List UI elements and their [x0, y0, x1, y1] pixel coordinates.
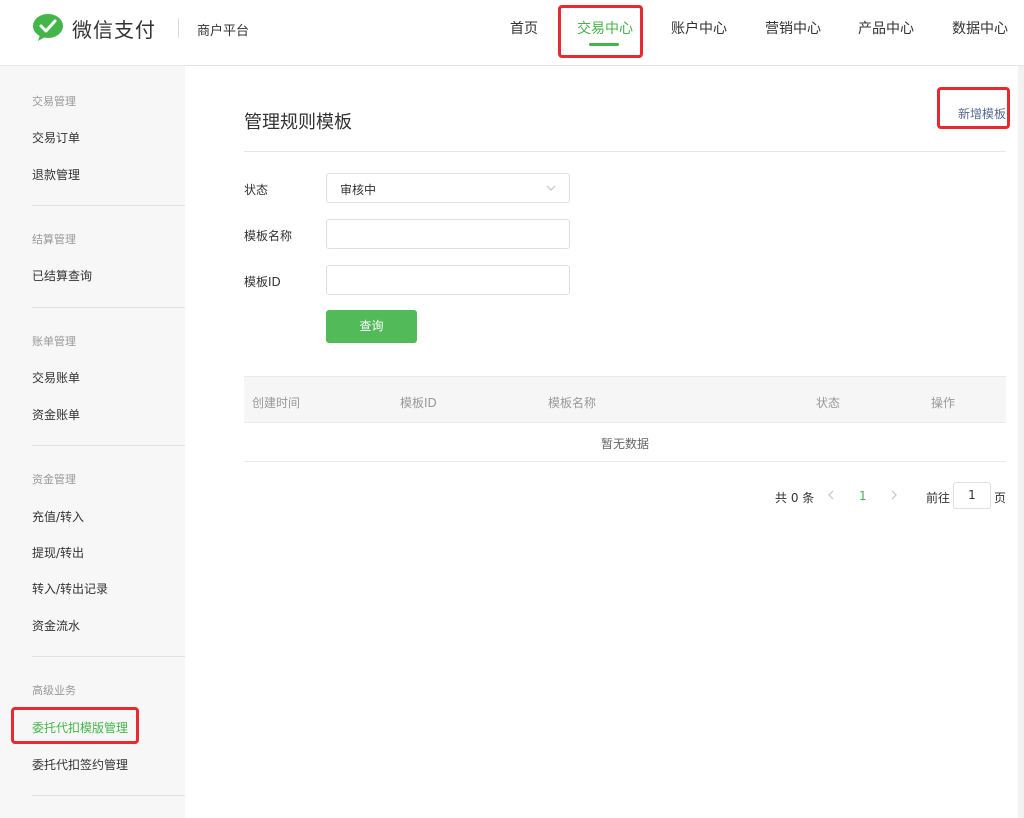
- sidebar-divider: [32, 205, 185, 206]
- sidebar: 交易管理 交易订单 退款管理 结算管理 已结算查询 账单管理 交易账单 资金账单…: [0, 66, 185, 818]
- header-divider: [178, 18, 179, 38]
- nav-home[interactable]: 首页: [510, 18, 538, 38]
- nav-data-center[interactable]: 数据中心: [952, 18, 1008, 38]
- brand-name: 微信支付: [72, 17, 156, 42]
- sidebar-item-transfer-records[interactable]: 转入/转出记录: [32, 580, 108, 597]
- scrollbar[interactable]: [1018, 66, 1024, 818]
- chevron-right-icon[interactable]: [889, 488, 899, 502]
- sidebar-group-title: 结算管理: [32, 233, 76, 246]
- status-select[interactable]: 审核中: [326, 173, 570, 203]
- sidebar-group-title: 高级业务: [32, 684, 76, 697]
- sidebar-item-trade-bill[interactable]: 交易账单: [32, 369, 80, 386]
- sidebar-item-recharge[interactable]: 充值/转入: [32, 508, 84, 525]
- template-name-input[interactable]: [326, 219, 570, 249]
- column-header-status: 状态: [816, 396, 841, 410]
- platform-name: 商户平台: [197, 24, 250, 39]
- sidebar-item-refund[interactable]: 退款管理: [32, 166, 80, 183]
- chevron-down-icon: [546, 185, 556, 191]
- sidebar-divider: [32, 445, 185, 446]
- sidebar-item-debit-contract[interactable]: 委托代扣签约管理: [32, 756, 128, 773]
- status-label: 状态: [244, 183, 269, 197]
- sidebar-item-trade-orders[interactable]: 交易订单: [32, 129, 80, 146]
- table-empty-row: 暂无数据: [244, 423, 1006, 462]
- wechat-pay-logo-icon: [33, 14, 63, 41]
- template-id-input[interactable]: [326, 265, 570, 295]
- status-select-value: 审核中: [340, 183, 377, 197]
- column-header-template-id: 模板ID: [400, 396, 437, 410]
- wechat-pay-logo[interactable]: 微信支付: [32, 13, 156, 43]
- title-divider: [244, 151, 1006, 152]
- sidebar-item-withdraw[interactable]: 提现/转出: [32, 544, 84, 561]
- top-header: 微信支付 商户平台 首页 交易中心 账户中心 营销中心 产品中心 数据中心: [0, 0, 1024, 66]
- column-header-template-name: 模板名称: [548, 396, 597, 410]
- column-header-created-time: 创建时间: [252, 396, 301, 410]
- nav-account-center[interactable]: 账户中心: [671, 18, 727, 38]
- pagination-total: 共 0 条: [775, 491, 815, 505]
- column-header-actions: 操作: [931, 396, 956, 410]
- sidebar-divider: [32, 656, 185, 657]
- sidebar-group-title: 交易管理: [32, 95, 76, 108]
- table-header: 创建时间 模板ID 模板名称 状态 操作: [244, 376, 1006, 423]
- pagination-page-current[interactable]: 1: [859, 489, 867, 503]
- sidebar-divider: [32, 795, 185, 796]
- page-title: 管理规则模板: [244, 112, 352, 133]
- sidebar-divider: [32, 307, 185, 308]
- highlight-box-nav: [558, 5, 643, 58]
- pagination-goto-suffix: 页: [994, 491, 1007, 505]
- nav-product-center[interactable]: 产品中心: [858, 18, 914, 38]
- template-name-label: 模板名称: [244, 229, 293, 243]
- sidebar-group-title: 账单管理: [32, 335, 76, 348]
- empty-text: 暂无数据: [600, 437, 649, 451]
- sidebar-item-settled-query[interactable]: 已结算查询: [32, 267, 92, 284]
- query-button[interactable]: 查询: [326, 310, 417, 343]
- sidebar-group-title: 资金管理: [32, 473, 76, 486]
- pagination-goto-input[interactable]: 1: [953, 482, 991, 509]
- template-id-label: 模板ID: [244, 275, 281, 289]
- pagination-goto-label: 前往: [926, 491, 951, 505]
- highlight-box-sidebar: [11, 707, 139, 744]
- highlight-box-new-template: [937, 87, 1010, 129]
- sidebar-item-fund-bill[interactable]: 资金账单: [32, 406, 80, 423]
- nav-marketing-center[interactable]: 营销中心: [765, 18, 821, 38]
- chevron-left-icon[interactable]: [826, 488, 836, 502]
- sidebar-item-fund-flow[interactable]: 资金流水: [32, 617, 80, 634]
